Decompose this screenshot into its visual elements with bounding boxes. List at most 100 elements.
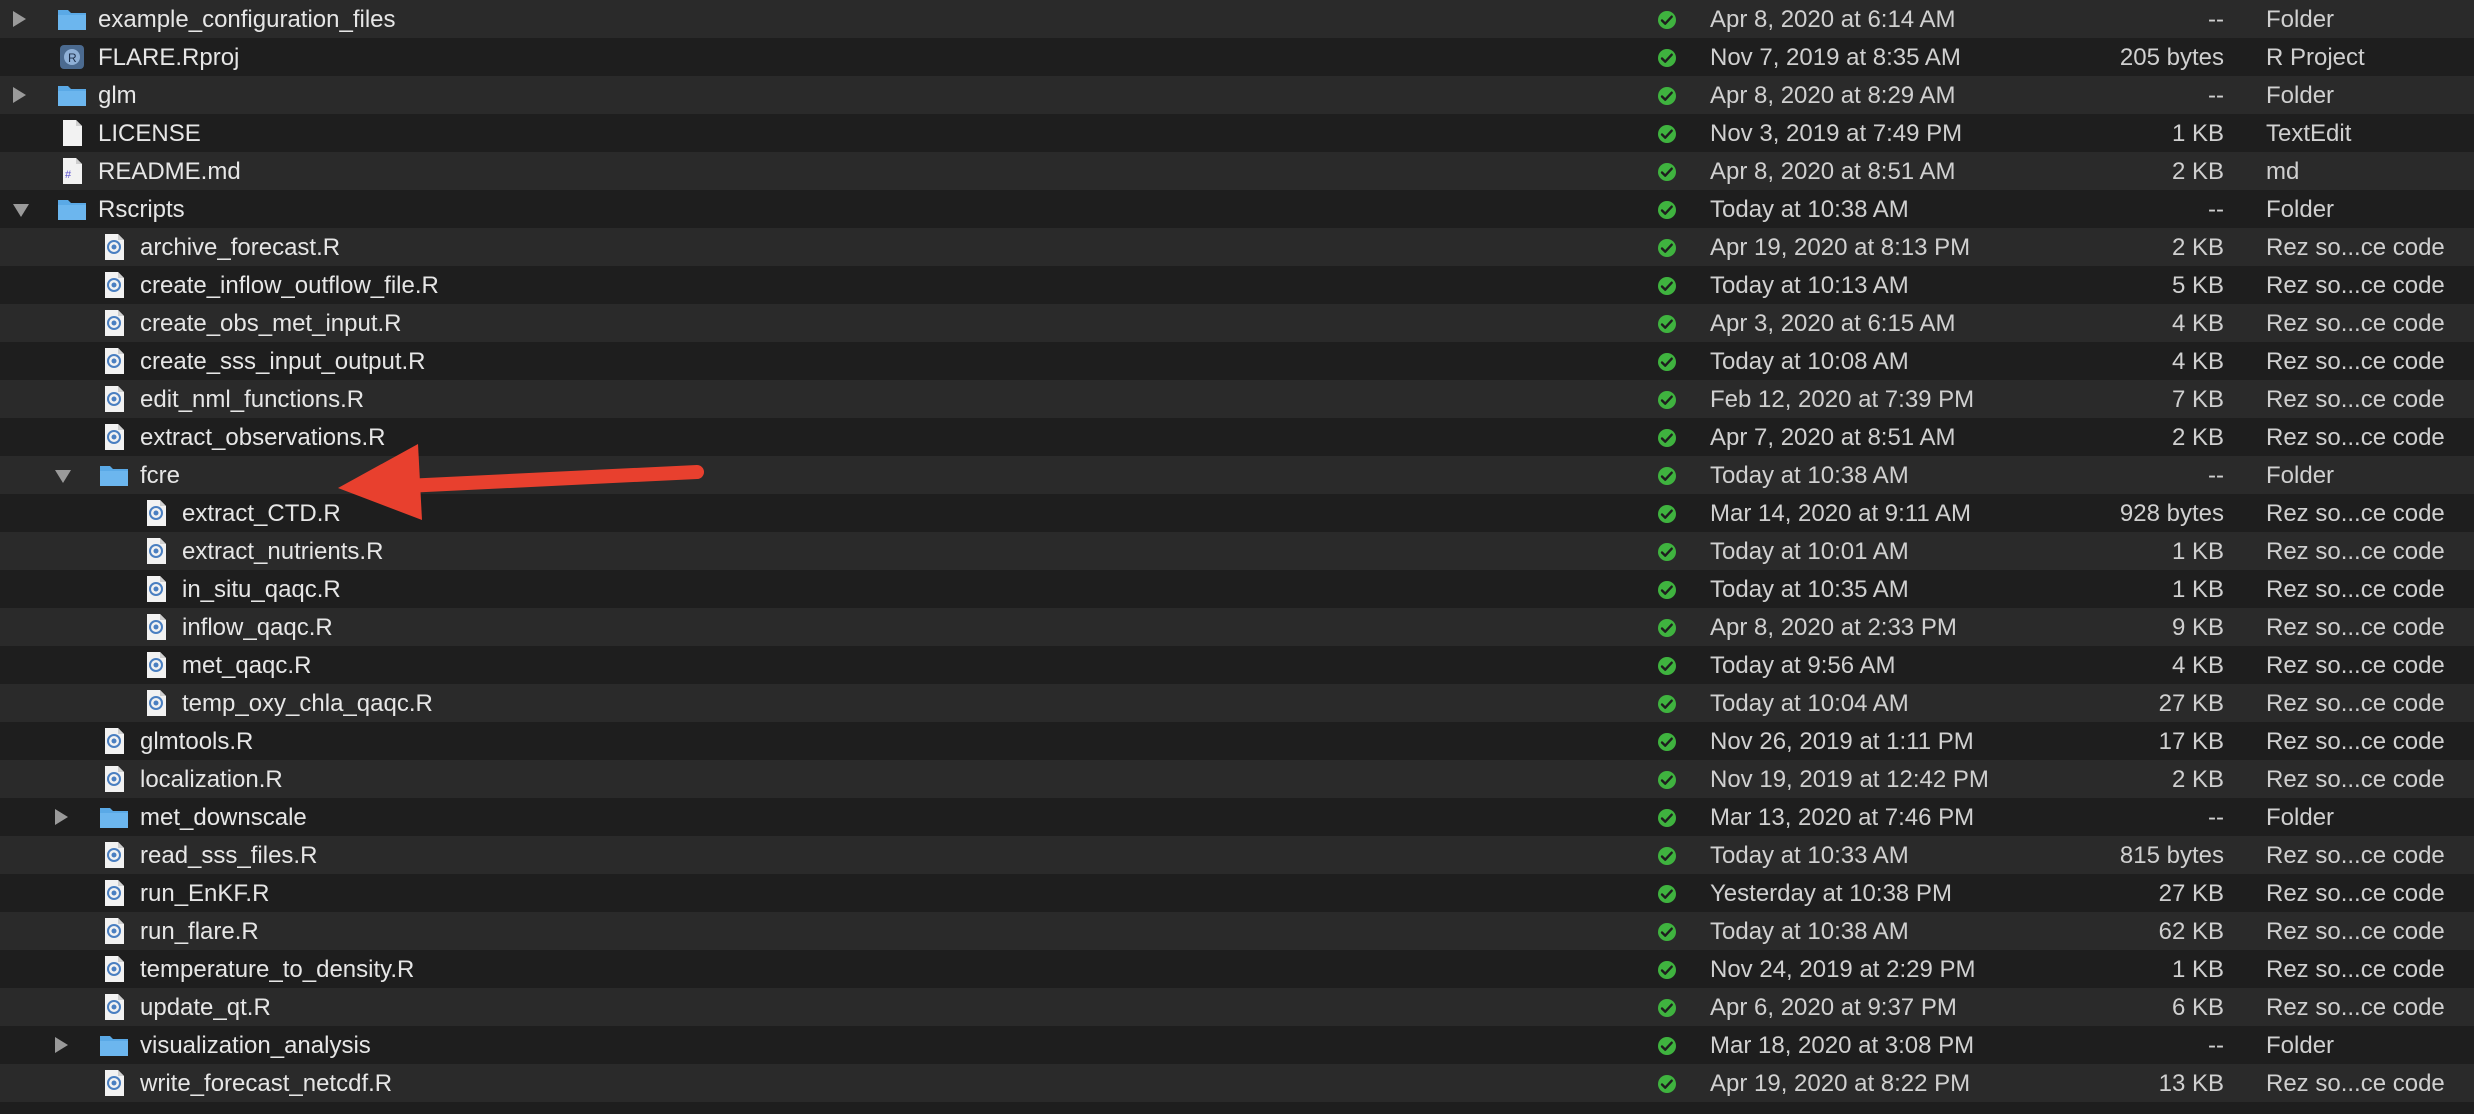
file-name[interactable]: met_downscale bbox=[140, 804, 307, 832]
disclosure-triangle-collapsed-icon[interactable] bbox=[55, 809, 68, 825]
file-name[interactable]: fcre bbox=[140, 462, 180, 490]
sync-status-check-icon bbox=[1657, 275, 1677, 295]
date-modified: Mar 13, 2020 at 7:46 PM bbox=[1710, 804, 1975, 831]
folder-row[interactable]: example_configuration_files Apr 8, 2020 a… bbox=[0, 0, 2474, 38]
file-kind: Rez so...ce code bbox=[2266, 538, 2445, 565]
file-name[interactable]: inflow_qaqc.R bbox=[182, 614, 333, 642]
file-name[interactable]: create_sss_input_output.R bbox=[140, 348, 426, 376]
file-list: example_configuration_files Apr 8, 2020 a… bbox=[0, 0, 2474, 1102]
file-name[interactable]: in_situ_qaqc.R bbox=[182, 576, 341, 604]
file-name[interactable]: extract_nutrients.R bbox=[182, 538, 383, 566]
date-modified: Mar 14, 2020 at 9:11 AM bbox=[1710, 500, 1972, 527]
folder-row[interactable]: fcre Today at 10:38 AM -- Folder bbox=[0, 456, 2474, 494]
file-row[interactable]: temperature_to_density.R Nov 24, 2019 at … bbox=[0, 950, 2474, 988]
file-name[interactable]: edit_nml_functions.R bbox=[140, 386, 364, 414]
file-size: 17 KB bbox=[2158, 728, 2224, 755]
file-name[interactable]: met_qaqc.R bbox=[182, 652, 311, 680]
r-source-file-icon bbox=[99, 841, 129, 869]
file-kind: TextEdit bbox=[2266, 120, 2352, 147]
date-modified: Apr 19, 2020 at 8:22 PM bbox=[1710, 1070, 1971, 1097]
file-name[interactable]: extract_observations.R bbox=[140, 424, 385, 452]
file-name[interactable]: FLARE.Rproj bbox=[98, 44, 239, 72]
folder-row[interactable]: Rscripts Today at 10:38 AM -- Folder bbox=[0, 190, 2474, 228]
date-modified: Apr 8, 2020 at 8:51 AM bbox=[1710, 158, 1956, 185]
folder-row[interactable]: glm Apr 8, 2020 at 8:29 AM -- Folder bbox=[0, 76, 2474, 114]
file-row[interactable]: glmtools.R Nov 26, 2019 at 1:11 PM 17 KB Re… bbox=[0, 722, 2474, 760]
file-name[interactable]: localization.R bbox=[140, 766, 283, 794]
file-name[interactable]: Rscripts bbox=[98, 196, 185, 224]
sync-status-check-icon bbox=[1657, 351, 1677, 371]
file-row[interactable]: archive_forecast.R Apr 19, 2020 at 8:13 P… bbox=[0, 228, 2474, 266]
r-source-file-icon bbox=[141, 689, 171, 717]
file-row[interactable]: temp_oxy_chla_qaqc.R Today at 10:04 AM 27 … bbox=[0, 684, 2474, 722]
sync-status-check-icon bbox=[1657, 123, 1677, 143]
sync-status-check-icon bbox=[1657, 617, 1677, 637]
file-row[interactable]: inflow_qaqc.R Apr 8, 2020 at 2:33 PM 9 KB R… bbox=[0, 608, 2474, 646]
file-name[interactable]: temperature_to_density.R bbox=[140, 956, 414, 984]
date-modified: Today at 10:08 AM bbox=[1710, 348, 1909, 375]
disclosure-triangle-collapsed-icon[interactable] bbox=[13, 11, 26, 27]
disclosure-triangle-collapsed-icon[interactable] bbox=[13, 87, 26, 103]
r-source-file-icon bbox=[99, 1069, 129, 1097]
file-row[interactable]: run_EnKF.R Yesterday at 10:38 PM 27 KB Rez … bbox=[0, 874, 2474, 912]
sync-status-check-icon bbox=[1657, 313, 1677, 333]
file-row[interactable]: edit_nml_functions.R Feb 12, 2020 at 7:39… bbox=[0, 380, 2474, 418]
folder-icon bbox=[99, 1031, 129, 1059]
file-name[interactable]: write_forecast_netcdf.R bbox=[140, 1070, 392, 1098]
date-modified: Today at 10:33 AM bbox=[1710, 842, 1909, 869]
file-name[interactable]: archive_forecast.R bbox=[140, 234, 340, 262]
file-name[interactable]: example_configuration_files bbox=[98, 6, 396, 34]
disclosure-triangle-expanded-icon[interactable] bbox=[55, 470, 71, 483]
sync-status-check-icon bbox=[1657, 503, 1677, 523]
disclosure-triangle-expanded-icon[interactable] bbox=[13, 204, 29, 217]
file-row[interactable]: write_forecast_netcdf.R Apr 19, 2020 at 8… bbox=[0, 1064, 2474, 1102]
r-source-file-icon bbox=[141, 651, 171, 679]
folder-row[interactable]: met_downscale Mar 13, 2020 at 7:46 PM -- Fo… bbox=[0, 798, 2474, 836]
file-name[interactable]: run_flare.R bbox=[140, 918, 259, 946]
file-row[interactable]: R FLARE.Rproj Nov 7, 2019 at 8:35 AM 205 by… bbox=[0, 38, 2474, 76]
date-modified: Today at 10:38 AM bbox=[1710, 918, 1909, 945]
file-name[interactable]: extract_CTD.R bbox=[182, 500, 341, 528]
sync-status-check-icon bbox=[1657, 541, 1677, 561]
file-name[interactable]: LICENSE bbox=[98, 120, 201, 148]
folder-row[interactable]: visualization_analysis Mar 18, 2020 at 3:… bbox=[0, 1026, 2474, 1064]
file-row[interactable]: extract_observations.R Apr 7, 2020 at 8:5… bbox=[0, 418, 2474, 456]
file-row[interactable]: create_inflow_outflow_file.R Today at 10:… bbox=[0, 266, 2474, 304]
folder-icon bbox=[57, 5, 87, 33]
file-row[interactable]: read_sss_files.R Today at 10:33 AM 815 byt… bbox=[0, 836, 2474, 874]
file-name[interactable]: visualization_analysis bbox=[140, 1032, 371, 1060]
file-name[interactable]: create_obs_met_input.R bbox=[140, 310, 402, 338]
file-row[interactable]: localization.R Nov 19, 2019 at 12:42 PM 2 … bbox=[0, 760, 2474, 798]
file-row[interactable]: # README.md Apr 8, 2020 at 8:51 AM 2 KB md bbox=[0, 152, 2474, 190]
file-name[interactable]: glmtools.R bbox=[140, 728, 253, 756]
date-modified: Nov 7, 2019 at 8:35 AM bbox=[1710, 44, 1961, 71]
file-name[interactable]: glm bbox=[98, 82, 137, 110]
file-row[interactable]: create_sss_input_output.R Today at 10:08 … bbox=[0, 342, 2474, 380]
file-name[interactable]: create_inflow_outflow_file.R bbox=[140, 272, 439, 300]
file-name[interactable]: run_EnKF.R bbox=[140, 880, 269, 908]
date-modified: Apr 8, 2020 at 2:33 PM bbox=[1710, 614, 1957, 641]
sync-status-check-icon bbox=[1657, 693, 1677, 713]
file-row[interactable]: run_flare.R Today at 10:38 AM 62 KB Rez so.… bbox=[0, 912, 2474, 950]
file-kind: md bbox=[2266, 158, 2300, 185]
r-source-file-icon bbox=[99, 347, 129, 375]
file-row[interactable]: extract_CTD.R Mar 14, 2020 at 9:11 AM 928 … bbox=[0, 494, 2474, 532]
file-kind: Rez so...ce code bbox=[2266, 424, 2445, 451]
file-row[interactable]: in_situ_qaqc.R Today at 10:35 AM 1 KB Rez s… bbox=[0, 570, 2474, 608]
date-modified: Mar 18, 2020 at 3:08 PM bbox=[1710, 1032, 1975, 1059]
file-row[interactable]: met_qaqc.R Today at 9:56 AM 4 KB Rez so...c… bbox=[0, 646, 2474, 684]
date-modified: Nov 3, 2019 at 7:49 PM bbox=[1710, 120, 1963, 147]
r-source-file-icon bbox=[99, 309, 129, 337]
file-row[interactable]: extract_nutrients.R Today at 10:01 AM 1 KB… bbox=[0, 532, 2474, 570]
file-size: 62 KB bbox=[2158, 918, 2224, 945]
file-row[interactable]: create_obs_met_input.R Apr 3, 2020 at 6:1… bbox=[0, 304, 2474, 342]
file-row[interactable]: LICENSE Nov 3, 2019 at 7:49 PM 1 KB TextEdi… bbox=[0, 114, 2474, 152]
file-name[interactable]: read_sss_files.R bbox=[140, 842, 317, 870]
file-name[interactable]: temp_oxy_chla_qaqc.R bbox=[182, 690, 433, 718]
file-row[interactable]: update_qt.R Apr 6, 2020 at 9:37 PM 6 KB Rez… bbox=[0, 988, 2474, 1026]
file-name[interactable]: README.md bbox=[98, 158, 241, 186]
file-size: 1 KB bbox=[2171, 956, 2224, 983]
r-source-file-icon bbox=[99, 423, 129, 451]
file-name[interactable]: update_qt.R bbox=[140, 994, 271, 1022]
disclosure-triangle-collapsed-icon[interactable] bbox=[55, 1037, 68, 1053]
